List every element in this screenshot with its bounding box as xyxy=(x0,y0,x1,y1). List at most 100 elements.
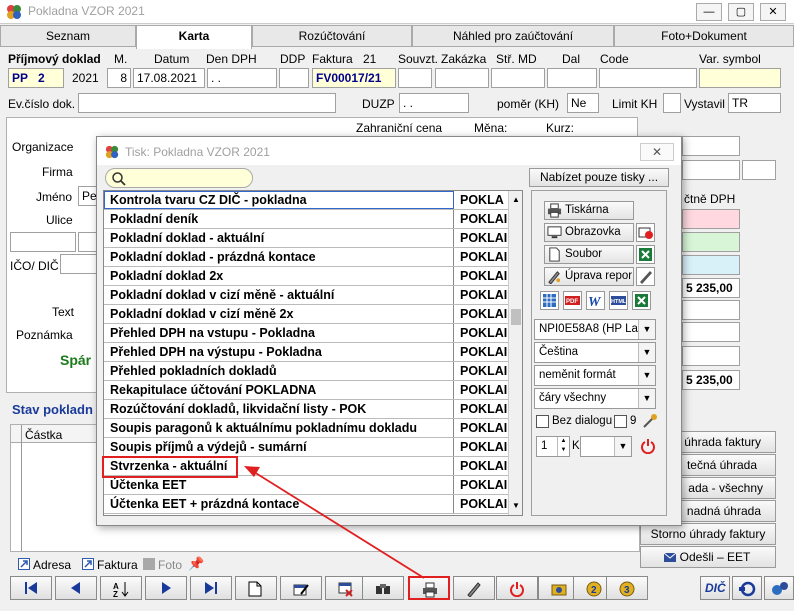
new-record-button[interactable] xyxy=(235,576,277,600)
tools-button[interactable] xyxy=(453,576,495,600)
adresa-link[interactable]: Adresa xyxy=(33,558,71,572)
exit-button[interactable] xyxy=(496,576,538,600)
language-select[interactable]: Čeština ▼ xyxy=(534,342,656,363)
dic-button[interactable]: DIČ xyxy=(700,576,730,600)
code-field[interactable] xyxy=(599,68,697,88)
last-record-button[interactable] xyxy=(190,576,232,600)
chevron-down-icon[interactable]: ▼ xyxy=(638,343,655,362)
scroll-thumb[interactable] xyxy=(511,309,521,325)
export-pdf-button[interactable]: PDF xyxy=(563,291,582,310)
report-row[interactable]: Účtenka EET POKLAI xyxy=(104,476,508,495)
settings-wand-icon[interactable] xyxy=(642,413,658,429)
faktura-field[interactable]: FV00017/21 xyxy=(312,68,396,88)
pin-icon[interactable]: 📌 xyxy=(188,556,204,572)
report-row[interactable]: Pokladní doklad v cizí měně 2x POKLAI xyxy=(104,305,508,324)
amount-field-1[interactable]: 5 235,00 xyxy=(682,278,740,298)
k-select[interactable]: ▼ xyxy=(580,436,632,457)
soubor-button[interactable]: Soubor xyxy=(544,245,634,264)
excel-button[interactable] xyxy=(636,245,655,264)
report-row[interactable]: Soupis paragonů k aktuálnímu pokladnímu … xyxy=(104,419,508,438)
chevron-down-icon[interactable]: ▼ xyxy=(614,437,631,456)
den-dph-field[interactable]: . . xyxy=(207,68,277,88)
duzp-field[interactable]: . . xyxy=(399,93,469,113)
report-row[interactable]: Přehled DPH na výstupu - Pokladna POKLAI xyxy=(104,343,508,362)
report-row[interactable]: Pokladní doklad 2x POKLAI xyxy=(104,267,508,286)
chevron-down-icon[interactable]: ▼ xyxy=(638,366,655,385)
right-field-green[interactable] xyxy=(682,232,740,252)
foto-link[interactable]: Foto xyxy=(158,558,182,572)
report-search-input[interactable] xyxy=(105,168,253,188)
uprava-reportu-button[interactable]: Úprava repor xyxy=(544,267,634,286)
scroll-down-icon[interactable]: ▼ xyxy=(512,501,520,510)
faktura-link[interactable]: Faktura xyxy=(97,558,138,572)
dialog-close-button[interactable]: ✕ xyxy=(640,143,674,161)
search-binoculars-button[interactable] xyxy=(362,576,404,600)
souvzt-field[interactable] xyxy=(398,68,432,88)
scroll-up-icon[interactable]: ▲ xyxy=(512,195,520,204)
minimize-button[interactable]: — xyxy=(696,3,722,21)
tab-foto-dokument[interactable]: Foto+Dokument xyxy=(614,25,794,47)
pomer-field[interactable]: Ne xyxy=(567,93,599,113)
jmeno-field[interactable]: Pe xyxy=(78,186,98,206)
tab-karta[interactable]: Karta xyxy=(136,25,252,49)
ico-field[interactable] xyxy=(60,254,98,274)
report-row[interactable]: Pokladní deník POKLAI xyxy=(104,210,508,229)
str-md-field[interactable] xyxy=(491,68,545,88)
sort-button[interactable]: AZ xyxy=(100,576,142,600)
right-field-2[interactable] xyxy=(682,160,740,180)
print-button[interactable] xyxy=(408,576,450,600)
designer-button[interactable] xyxy=(636,267,655,286)
psc-field[interactable] xyxy=(10,232,76,252)
report-row[interactable]: Rozúčtování dokladů, likvidační listy - … xyxy=(104,400,508,419)
report-row[interactable]: Pokladní doklad - aktuální POKLAI xyxy=(104,229,508,248)
export-calc-button[interactable] xyxy=(540,291,559,310)
tab-nahled[interactable]: Náhled pro zaúčtování xyxy=(412,25,614,47)
datum-field[interactable]: 17.08.2021 xyxy=(133,68,205,88)
tiskarna-button[interactable]: Tiskárna xyxy=(544,201,634,220)
delete-record-button[interactable] xyxy=(325,576,367,600)
nabizet-pouze-tisky-button[interactable]: Nabízet pouze tisky ... xyxy=(529,168,669,187)
export-button-3[interactable]: 3 xyxy=(606,576,648,600)
report-row[interactable]: Pokladní doklad v cizí měně - aktuální PO… xyxy=(104,286,508,305)
vystavil-field[interactable]: TR xyxy=(728,93,781,113)
report-row[interactable]: Rekapitulace účtování POKLADNA POKLAI xyxy=(104,381,508,400)
right-field-cyan[interactable] xyxy=(682,255,740,275)
month-field[interactable]: 8 xyxy=(107,68,131,88)
first-record-button[interactable] xyxy=(10,576,52,600)
ddp-field[interactable] xyxy=(279,68,309,88)
lines-select[interactable]: čáry všechny ▼ xyxy=(534,388,656,409)
right-field-1[interactable] xyxy=(682,136,740,156)
tab-seznam[interactable]: Seznam xyxy=(0,25,136,47)
settings-button[interactable] xyxy=(764,576,794,600)
right-field-6[interactable] xyxy=(682,346,740,366)
dal-field[interactable] xyxy=(547,68,597,88)
prev-record-button[interactable] xyxy=(55,576,97,600)
right-field-5[interactable] xyxy=(682,322,740,342)
ev-cislo-field[interactable] xyxy=(78,93,336,113)
storno-uhrady-button[interactable]: Storno úhrady faktury xyxy=(640,523,776,545)
edit-record-button[interactable] xyxy=(280,576,322,600)
report-row[interactable]: Přehled pokladních dokladů POKLAI xyxy=(104,362,508,381)
nine-checkbox[interactable] xyxy=(614,415,627,428)
tab-rozuctovani[interactable]: Rozúčtování xyxy=(252,25,412,47)
format-select[interactable]: neměnit formát ▼ xyxy=(534,365,656,386)
close-button[interactable]: ✕ xyxy=(760,3,786,21)
right-field-pink[interactable] xyxy=(682,209,740,229)
export-html-button[interactable]: HTML xyxy=(609,291,628,310)
next-record-button[interactable] xyxy=(145,576,187,600)
spinner-arrows-icon[interactable]: ▲ ▼ xyxy=(557,437,569,456)
var-symbol-field[interactable] xyxy=(699,68,781,88)
odesli-eet-button[interactable]: Odešli – EET xyxy=(640,546,776,568)
doc-type-field[interactable]: PP 2 xyxy=(8,68,64,88)
zakazka-field[interactable] xyxy=(435,68,489,88)
report-row[interactable]: Kontrola tvaru CZ DIČ - pokladna POKLA xyxy=(104,191,508,210)
export-word-button[interactable]: W xyxy=(586,291,605,310)
printer-select[interactable]: NPI0E58A8 (HP Lase ▼ xyxy=(534,319,656,340)
chevron-down-icon[interactable]: ▼ xyxy=(638,389,655,408)
chevron-down-icon[interactable]: ▼ xyxy=(638,320,655,339)
report-row[interactable]: Pokladní doklad - prázdná kontace POKLAI xyxy=(104,248,508,267)
report-row[interactable]: Soupis příjmů a výdejů - sumární POKLAI xyxy=(104,438,508,457)
limit-kh-field[interactable] xyxy=(663,93,681,113)
amount-field-2[interactable]: 5 235,00 xyxy=(682,370,740,390)
power-icon[interactable] xyxy=(640,438,656,454)
